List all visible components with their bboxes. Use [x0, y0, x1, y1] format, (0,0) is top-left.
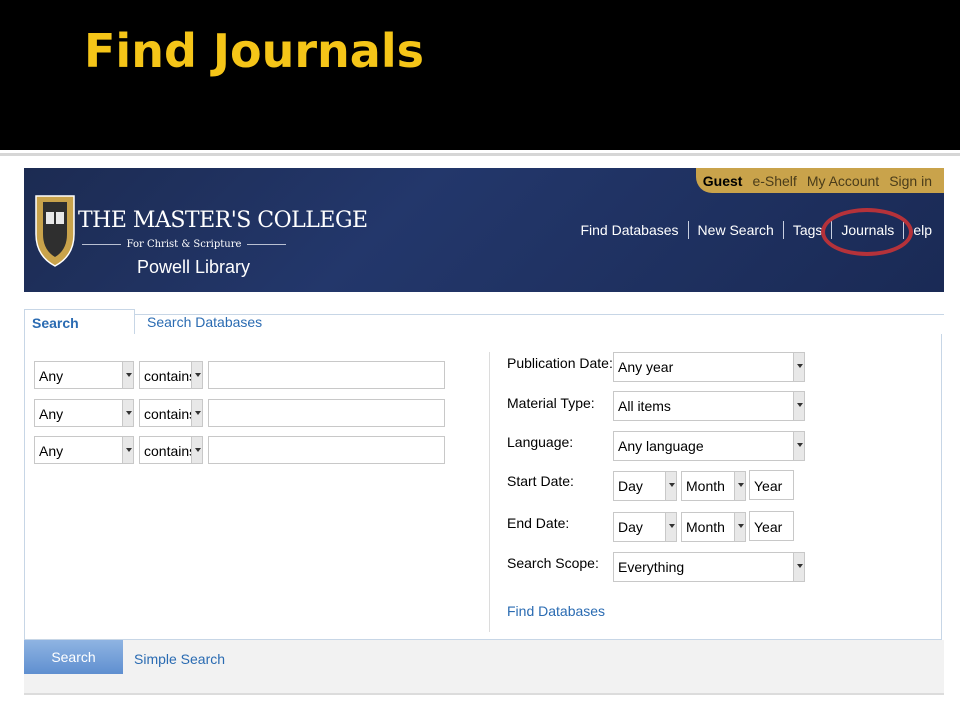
dropdown-arrow-icon [793, 432, 804, 460]
query-input[interactable] [208, 436, 445, 464]
nav-new-search[interactable]: New Search [689, 222, 783, 238]
search-scope-value: Everything [618, 559, 685, 575]
material-type-select[interactable]: All items [613, 391, 805, 421]
panel-divider [489, 352, 490, 632]
start-date-label: Start Date: [507, 473, 574, 489]
tagline-row: For Christ & Scripture [82, 239, 286, 250]
query-input[interactable] [208, 361, 445, 389]
simple-search-link[interactable]: Simple Search [134, 651, 225, 667]
tab-search-solomon[interactable]: Search Solomon [24, 309, 135, 347]
operator-select[interactable]: contains [139, 436, 203, 464]
start-month-value: Month [686, 478, 725, 494]
language-value: Any language [618, 438, 704, 454]
dropdown-arrow-icon [665, 513, 676, 541]
my-account-link[interactable]: My Account [807, 173, 879, 189]
dropdown-arrow-icon [734, 513, 745, 541]
dropdown-arrow-icon [191, 437, 202, 463]
query-row-2: Any contains [34, 399, 445, 427]
library-header: THE MASTER'S COLLEGE For Christ & Script… [24, 168, 944, 292]
field-select-value: Any [39, 368, 64, 384]
publication-date-value: Any year [618, 359, 674, 375]
dropdown-arrow-icon [793, 553, 804, 581]
end-day-select[interactable]: Day [613, 512, 677, 542]
start-month-select[interactable]: Month [681, 471, 746, 501]
tagline: For Christ & Scripture [126, 239, 242, 250]
field-select-value: Any [39, 406, 64, 422]
nav-find-databases[interactable]: Find Databases [571, 222, 687, 238]
action-bar [24, 640, 944, 695]
tagline-rule-left [82, 244, 121, 245]
dropdown-arrow-icon [122, 400, 133, 426]
eshelf-link[interactable]: e-Shelf [752, 173, 796, 189]
guest-label: Guest [702, 172, 743, 189]
library-screenshot: THE MASTER'S COLLEGE For Christ & Script… [24, 168, 944, 698]
start-year-input[interactable]: Year [749, 470, 794, 500]
start-day-value: Day [618, 478, 643, 494]
dropdown-arrow-icon [122, 362, 133, 388]
tab-search-databases[interactable]: Search Databases [147, 314, 262, 330]
sign-in-link[interactable]: Sign in [889, 173, 932, 189]
college-name: THE MASTER'S COLLEGE [78, 208, 368, 233]
field-select-value: Any [39, 443, 64, 459]
query-row-3: Any contains [34, 436, 445, 464]
journals-highlight-circle [821, 208, 913, 256]
query-row-1: Any contains [34, 361, 445, 389]
publication-date-label: Publication Date: [507, 355, 613, 371]
dropdown-arrow-icon [191, 362, 202, 388]
end-month-value: Month [686, 519, 725, 535]
field-select[interactable]: Any [34, 361, 134, 389]
field-select[interactable]: Any [34, 436, 134, 464]
operator-select-value: contains [144, 406, 197, 422]
start-day-select[interactable]: Day [613, 471, 677, 501]
slide-title: Find Journals [84, 24, 424, 78]
language-select[interactable]: Any language [613, 431, 805, 461]
end-day-value: Day [618, 519, 643, 535]
college-shield-icon [35, 195, 75, 267]
slide-title-bar: Find Journals [0, 0, 960, 150]
dropdown-arrow-icon [793, 353, 804, 381]
operator-select-value: contains [144, 368, 197, 384]
field-select[interactable]: Any [34, 399, 134, 427]
dropdown-arrow-icon [191, 400, 202, 426]
operator-select[interactable]: contains [139, 399, 203, 427]
user-bar: Guest e-Shelf My Account Sign in [696, 168, 944, 193]
library-name: Powell Library [137, 257, 251, 277]
search-button[interactable]: Search [24, 640, 123, 674]
title-divider [0, 153, 960, 156]
publication-date-select[interactable]: Any year [613, 352, 805, 382]
end-date-label: End Date: [507, 515, 570, 531]
language-label: Language: [507, 434, 574, 450]
material-type-value: All items [618, 398, 671, 414]
tagline-rule-right [247, 244, 286, 245]
find-databases-link[interactable]: Find Databases [507, 603, 605, 619]
dropdown-arrow-icon [122, 437, 133, 463]
search-scope-select[interactable]: Everything [613, 552, 805, 582]
material-type-label: Material Type: [507, 395, 595, 411]
operator-select[interactable]: contains [139, 361, 203, 389]
dropdown-arrow-icon [734, 472, 745, 500]
query-input[interactable] [208, 399, 445, 427]
operator-select-value: contains [144, 443, 197, 459]
end-month-select[interactable]: Month [681, 512, 746, 542]
search-scope-label: Search Scope: [507, 555, 599, 571]
end-year-input[interactable]: Year [749, 511, 794, 541]
dropdown-arrow-icon [793, 392, 804, 420]
dropdown-arrow-icon [665, 472, 676, 500]
